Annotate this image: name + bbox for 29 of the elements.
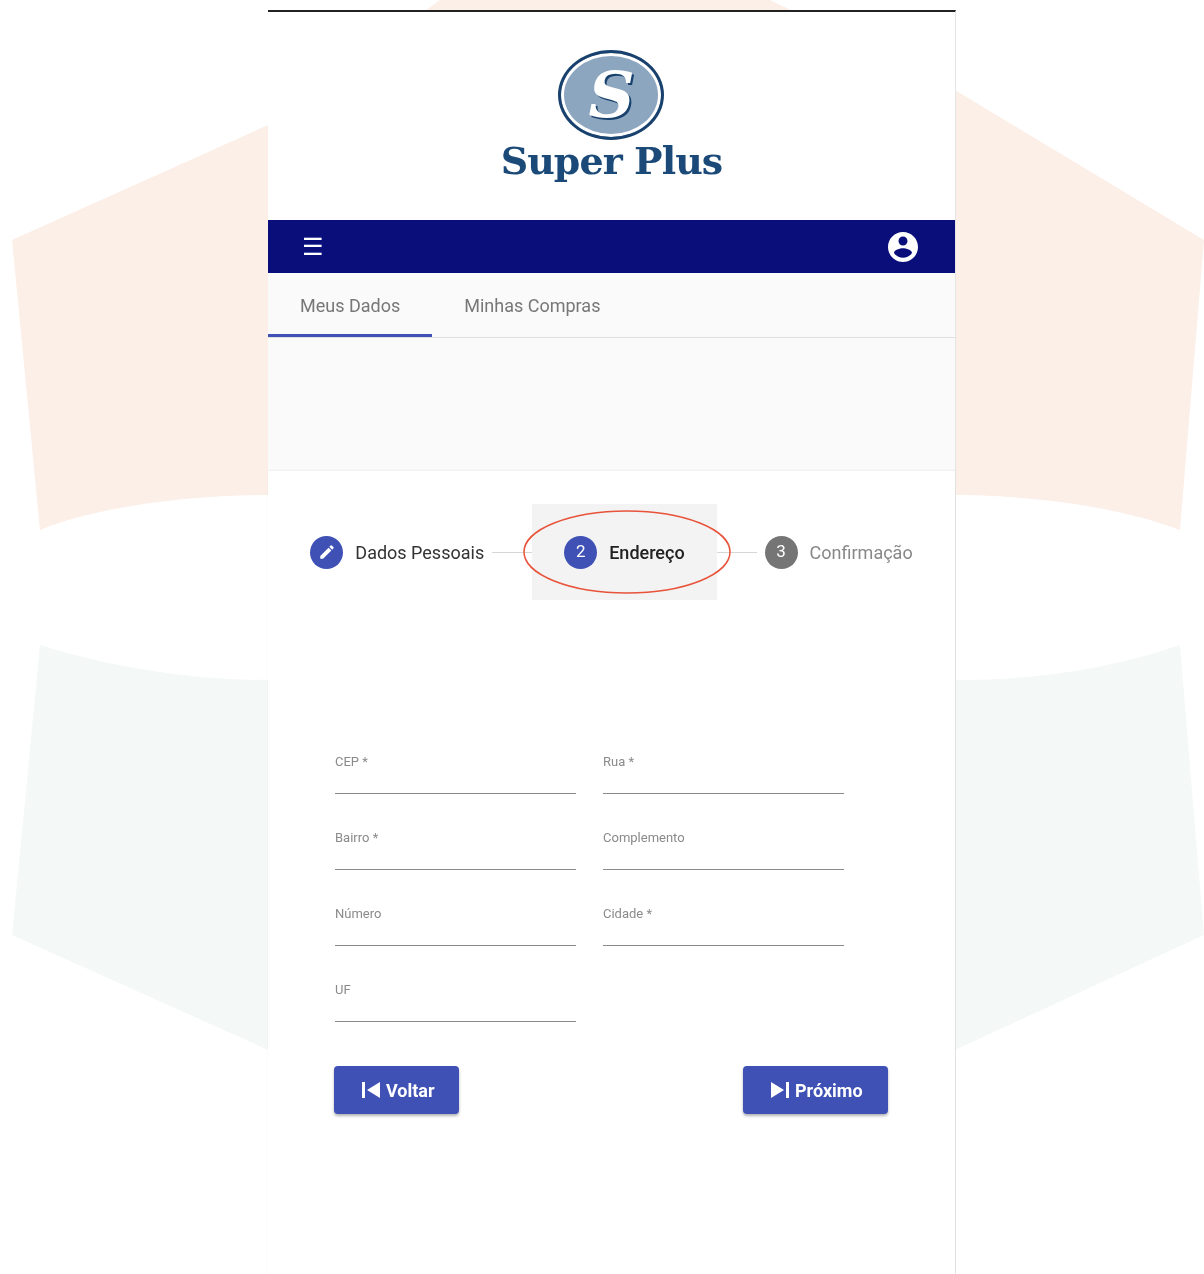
step[interactable]: 3 Confirmação — [756, 504, 921, 600]
field-label: Número — [335, 905, 383, 923]
pencil-icon — [317, 543, 336, 561]
field-label: Complemento — [603, 829, 686, 847]
step-number: 3 — [764, 535, 798, 569]
field-label: Rua * — [603, 753, 636, 771]
step[interactable]: 2 Endereço — [532, 504, 717, 600]
skip-back-icon — [362, 1082, 380, 1098]
skip-forward-icon — [771, 1082, 789, 1098]
step-number: 2 — [564, 535, 598, 569]
input-field[interactable]: Rua * — [603, 748, 844, 794]
step[interactable]: Dados Pessoais — [302, 504, 493, 600]
field-label: CEP * — [335, 753, 369, 771]
step-label: Confirmação — [809, 540, 913, 565]
input-field[interactable]: Número — [335, 900, 576, 946]
step-label: Dados Pessoais — [355, 540, 485, 565]
input-field[interactable]: Cidade * — [603, 900, 844, 946]
next-button[interactable]: Próximo — [743, 1066, 888, 1114]
logo: S Super Plus — [500, 50, 723, 180]
input-field[interactable]: Bairro * — [335, 824, 576, 870]
tab[interactable]: Minhas Compras — [432, 273, 633, 337]
step-label: Endereço — [609, 540, 685, 565]
input-field[interactable]: Complemento — [603, 824, 844, 870]
field-label: Bairro * — [335, 829, 380, 847]
input-field[interactable]: CEP * — [335, 748, 576, 794]
input-field[interactable]: UF — [335, 976, 576, 1022]
field-label: Cidade * — [603, 905, 654, 923]
back-button[interactable]: Voltar — [334, 1066, 459, 1114]
field-label: UF — [335, 981, 352, 999]
